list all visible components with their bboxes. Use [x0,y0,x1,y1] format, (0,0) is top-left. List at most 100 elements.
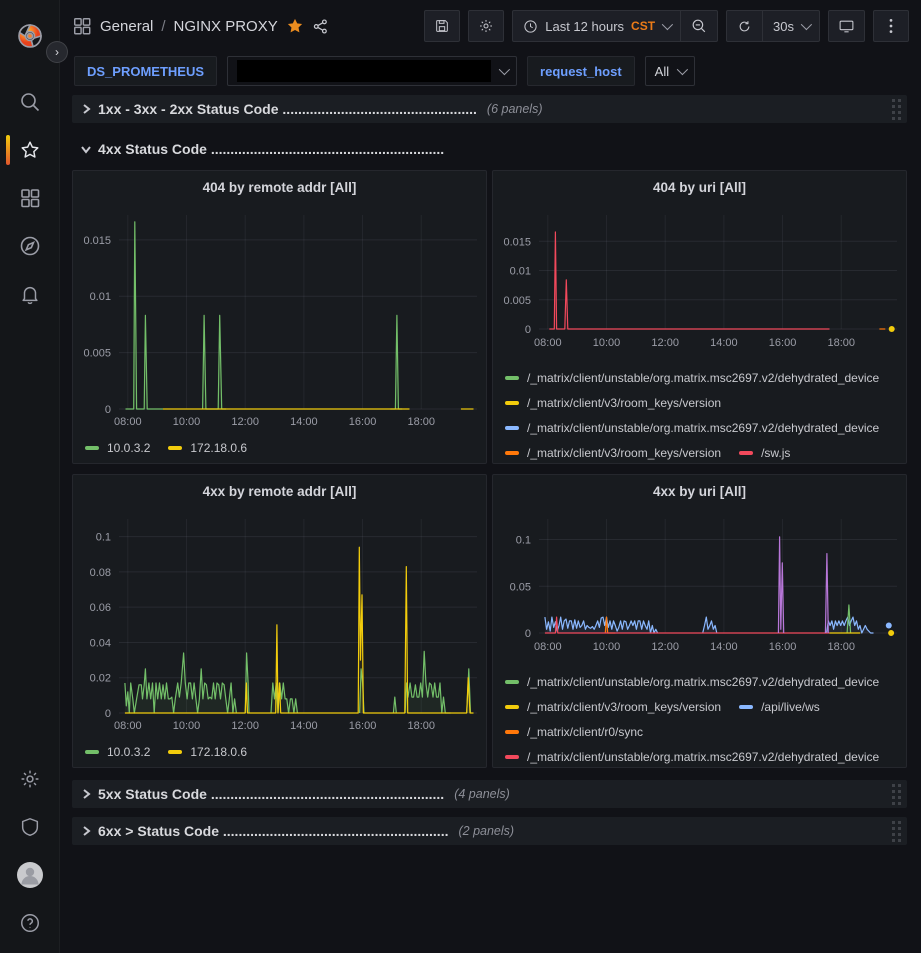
legend-label: /_matrix/client/unstable/org.matrix.msc2… [527,675,879,689]
sidebar-item-configuration[interactable] [0,755,60,803]
row-4xx[interactable]: 4xx Status Code ........................… [72,135,907,163]
legend-label: 10.0.3.2 [107,745,150,759]
time-series-plot[interactable]: 00.020.040.060.080.108:0010:0012:0014:00… [73,507,486,737]
sidebar-item-explore[interactable] [0,222,60,270]
breadcrumb: General / NGINX PROXY [72,16,329,36]
time-range-label: Last 12 hours [545,19,624,34]
sidebar-item-search[interactable] [0,78,60,126]
datasource-variable-label[interactable]: DS_PROMETHEUS [74,56,217,86]
row-5xx[interactable]: 5xx Status Code ........................… [72,780,907,808]
tv-kiosk-button[interactable] [828,10,865,42]
grafana-logo-icon [16,22,44,50]
time-range-button[interactable]: Last 12 hours CST [513,11,680,41]
legend-item[interactable]: /_matrix/client/v3/room_keys/version [505,396,721,410]
time-series-plot[interactable]: 00.0050.010.01508:0010:0012:0014:0016:00… [493,203,906,363]
drag-handle-icon[interactable] [891,98,903,120]
sidebar-item-help[interactable] [0,899,60,947]
legend-swatch [505,680,519,684]
legend-item[interactable]: /_matrix/client/unstable/org.matrix.msc2… [505,750,879,764]
drag-handle-icon[interactable] [891,820,903,842]
chart-panel: 404 by remote addr [All]00.0050.010.0150… [72,170,487,464]
save-dashboard-button[interactable] [424,10,460,42]
sidebar-item-server-admin[interactable] [0,803,60,851]
legend-item[interactable]: /_matrix/client/unstable/org.matrix.msc2… [505,421,879,435]
sidebar-item-starred[interactable] [0,126,60,174]
legend-label: /_matrix/client/unstable/org.matrix.msc2… [527,421,879,435]
svg-text:0.01: 0.01 [510,266,531,278]
request-host-variable-select[interactable]: All [645,56,695,86]
legend-label: /_matrix/client/unstable/org.matrix.msc2… [527,750,879,764]
svg-text:14:00: 14:00 [710,641,738,653]
timezone-label: CST [631,19,655,33]
datasource-variable-select[interactable] [227,56,517,86]
svg-text:0.02: 0.02 [90,673,111,685]
row-1xx-3xx-2xx[interactable]: 1xx - 3xx - 2xx Status Code ............… [72,95,907,123]
sidebar-item-alerting[interactable] [0,270,60,318]
legend-swatch [505,730,519,734]
favorite-star-icon[interactable] [286,17,304,35]
avatar [16,861,44,889]
zoom-out-button[interactable] [680,11,717,41]
svg-text:08:00: 08:00 [534,641,562,653]
dashboard-settings-button[interactable] [468,10,504,42]
row-6xx[interactable]: 6xx > Status Code ......................… [72,817,907,845]
legend-swatch [168,446,182,450]
refresh-interval-button[interactable]: 30s [762,11,819,41]
svg-text:18:00: 18:00 [827,641,855,653]
breadcrumb-section[interactable]: General [100,18,153,35]
svg-text:14:00: 14:00 [710,337,738,349]
panel-title[interactable]: 4xx by uri [All] [493,475,906,507]
time-series-plot[interactable]: 00.0050.010.01508:0010:0012:0014:0016:00… [73,203,486,433]
legend-label: /_matrix/client/v3/room_keys/version [527,700,721,714]
legend-row: /_matrix/client/unstable/org.matrix.msc2… [505,365,906,390]
dashboard-toolbar: Last 12 hours CST 30s [424,10,909,42]
legend-swatch [505,755,519,759]
expand-sidebar-button[interactable]: › [46,41,68,63]
chart-panel: 404 by uri [All]00.0050.010.01508:0010:0… [492,170,907,464]
panel-title[interactable]: 404 by remote addr [All] [73,171,486,203]
legend-row: /_matrix/client/unstable/org.matrix.msc2… [505,744,906,767]
legend-row: 10.0.3.2 172.18.0.6 [85,435,486,460]
panel-title[interactable]: 4xx by remote addr [All] [73,475,486,507]
legend-item[interactable]: /_matrix/client/r0/sync [505,725,643,739]
legend-label: /_matrix/client/v3/room_keys/version [527,446,721,460]
legend-swatch [505,451,519,455]
dashboards-grid-icon [19,187,41,209]
chevron-down-icon [499,64,510,75]
sidebar-item-profile[interactable] [0,851,60,899]
legend-item[interactable]: /_matrix/client/unstable/org.matrix.msc2… [505,675,879,689]
svg-text:16:00: 16:00 [769,337,797,349]
row-panel-count: (4 panels) [454,787,510,801]
zoom-out-icon [691,18,707,34]
refresh-button[interactable] [727,11,762,41]
save-icon [434,18,450,34]
page-title[interactable]: NGINX PROXY [174,18,278,35]
legend-item[interactable]: 10.0.3.2 [85,745,150,759]
drag-handle-icon[interactable] [891,783,903,805]
legend-item[interactable]: 172.18.0.6 [168,745,247,759]
request-host-value: All [655,64,669,79]
chart-panel: 4xx by uri [All]00.050.108:0010:0012:001… [492,474,907,768]
svg-text:18:00: 18:00 [407,720,435,732]
legend-row: /_matrix/client/v3/room_keys/version [505,390,906,415]
more-options-button[interactable] [873,10,909,42]
time-series-plot[interactable]: 00.050.108:0010:0012:0014:0016:0018:00 [493,507,906,667]
svg-text:0.06: 0.06 [90,602,111,614]
clock-icon [523,19,538,34]
legend-item[interactable]: /api/live/ws [739,700,820,714]
legend-item[interactable]: 10.0.3.2 [85,441,150,455]
refresh-icon [737,19,752,34]
legend-item[interactable]: /sw.js [739,446,790,460]
sidebar-item-dashboards[interactable] [0,174,60,222]
svg-text:16:00: 16:00 [349,720,377,732]
panel-title[interactable]: 404 by uri [All] [493,171,906,203]
share-icon[interactable] [312,18,329,35]
legend-item[interactable]: /_matrix/client/unstable/org.matrix.msc2… [505,371,879,385]
svg-text:10:00: 10:00 [173,720,201,732]
compass-icon [19,235,41,257]
svg-text:12:00: 12:00 [651,337,679,349]
legend-item[interactable]: /_matrix/client/v3/room_keys/version [505,700,721,714]
request-host-variable-label[interactable]: request_host [527,56,635,86]
legend-item[interactable]: 172.18.0.6 [168,441,247,455]
legend-item[interactable]: /_matrix/client/v3/room_keys/version [505,446,721,460]
